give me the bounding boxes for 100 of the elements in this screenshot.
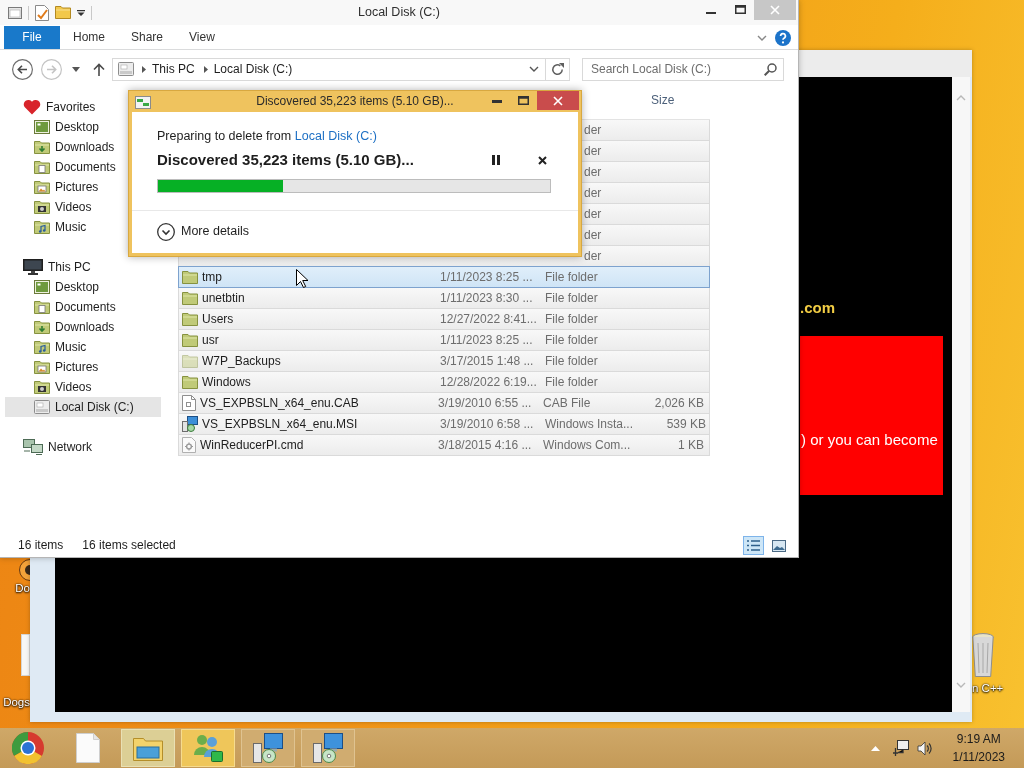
nav-item[interactable]: Documents [5,297,161,317]
table-cell: usr [202,332,219,347]
address-bar[interactable]: This PC Local Disk (C:) [112,57,546,81]
monitor-icon [23,259,43,275]
close-icon [770,5,780,15]
refresh-button[interactable] [546,57,570,81]
file-row[interactable]: Users 12/27/2022 8:41... File folder [178,309,710,330]
clock-date[interactable]: 1/11/2023 [952,748,1005,766]
folder-icon[interactable] [55,6,71,19]
clock-time[interactable]: 9:19 AM [956,730,1001,748]
table-cell: Windows Com... [543,437,631,452]
progress-status: Discovered 35,223 items (5.10 GB)... [157,150,414,170]
ribbon-tab[interactable]: View [189,30,215,45]
picture-folder-icon [34,360,50,374]
domain-text: .com [800,300,835,316]
help-icon[interactable] [775,29,791,46]
folder-icon [133,735,163,761]
document-folder-icon [34,160,50,174]
search-icon[interactable] [764,62,777,76]
speaker-icon[interactable] [916,740,932,756]
breadcrumb-item[interactable]: Local Disk (C:) [213,61,293,77]
taskbar-button[interactable] [241,729,295,767]
window-title: Local Disk (C:) [357,4,441,21]
nav-item[interactable]: Music [5,337,161,357]
dialog-title: Discovered 35,223 items (5.10 GB)... [256,93,454,110]
nav-item[interactable]: Pictures [5,357,161,377]
music-folder-icon [34,220,50,234]
drive-icon [118,62,134,76]
table-cell: 3/19/2010 6:58 ... [440,416,534,431]
circle-logo-icon[interactable] [12,732,44,764]
video-folder-icon [34,200,50,214]
arrow-up-icon[interactable] [93,62,105,76]
table-cell: File folder [545,353,598,368]
maximize-icon[interactable] [735,5,746,14]
nav-item[interactable]: Videos [5,377,161,397]
table-cell: der [584,185,602,200]
status-text: 16 items [18,538,64,553]
table-cell: WinReducerPI.cmd [200,437,304,452]
table-cell: der [584,227,602,242]
file-row[interactable]: W7P_Backups 3/17/2015 1:48 ... File folder [178,351,710,372]
pause-icon[interactable] [492,155,500,165]
close-icon[interactable] [538,155,547,165]
music-folder-icon [34,340,50,354]
desktop-icon [34,120,50,134]
table-cell: File folder [545,269,598,284]
file-row[interactable]: usr 1/11/2023 8:25 ... File folder [178,330,710,351]
table-cell: Windows Insta... [545,416,634,431]
page-check-icon[interactable] [35,4,49,21]
chevron-down-icon[interactable] [757,34,767,41]
file-row[interactable]: VS_EXPBSLN_x64_enu.MSI 3/19/2010 6:58 ... Windows Insta... 539 KB [178,414,710,435]
location-link[interactable]: Local Disk (C:) [294,129,377,143]
trash-bin-icon[interactable] [972,633,994,677]
table-cell: 3/18/2015 4:16 ... [438,437,532,452]
more-details-toggle[interactable]: More details [157,223,250,241]
taskbar-button[interactable] [301,729,355,767]
search-field[interactable]: Search Local Disk (C:) [582,57,784,81]
ribbon-tab[interactable]: Home [73,30,105,45]
taskbar-button[interactable] [121,729,175,767]
column-header[interactable]: Size [651,92,675,107]
chevron-right-icon[interactable] [142,65,146,73]
window-icon[interactable] [8,6,22,19]
view-button[interactable] [743,536,764,555]
caret-down-icon[interactable] [72,66,80,72]
file-row[interactable]: VS_EXPBSLN_x64_enu.CAB 3/19/2010 6:55 ... CAB File 2,026 KB [178,393,710,414]
maximize-icon[interactable] [518,96,529,105]
computer-disc-icon [313,733,343,763]
close-icon [553,95,563,106]
file-row[interactable]: unetbtin 1/11/2023 8:30 ... File folder [178,288,710,309]
table-cell: 3/17/2015 1:48 ... [440,353,534,368]
file-tab[interactable]: File [4,26,60,49]
nav-item[interactable]: Downloads [5,317,161,337]
nav-item[interactable]: Desktop [5,277,161,297]
download-folder-icon [34,140,50,154]
chevron-down-icon[interactable] [529,66,539,72]
file-row[interactable]: tmp 1/11/2023 8:25 ... File folder [178,267,710,288]
chevron-right-icon[interactable] [203,65,208,73]
table-cell: tmp [202,269,222,284]
table-cell: File folder [545,374,598,389]
dropdown-icon[interactable] [77,9,85,16]
file-row[interactable]: WinReducerPI.cmd 3/18/2015 4:16 ... Windows Com... 1 KB [178,435,710,456]
document-folder-icon [34,300,50,314]
back-icon[interactable] [12,58,33,80]
breadcrumb-item[interactable]: This PC [152,61,195,77]
desktop-icon [34,280,50,294]
nav-item[interactable]: Network [5,437,161,457]
dialog-message: Preparing to delete from Local Disk (C:) [157,129,377,144]
download-folder-icon [34,320,50,334]
nav-item[interactable]: This PC [5,257,161,277]
close-button[interactable] [537,91,579,110]
table-cell: File folder [545,290,598,305]
banner-text: ) or you can become [801,431,938,449]
table-cell: 1 KB [678,437,704,452]
file-row[interactable]: Windows 12/28/2022 6:19... File folder [178,372,710,393]
table-cell: 12/28/2022 6:19... [440,374,537,389]
network-icon[interactable] [892,740,909,756]
table-cell: W7P_Backups [202,353,281,368]
table-cell: CAB File [543,395,591,410]
ribbon-tab[interactable]: Share [131,30,164,45]
table-cell: der [584,206,602,221]
nav-item[interactable]: Local Disk (C:) [5,397,161,417]
